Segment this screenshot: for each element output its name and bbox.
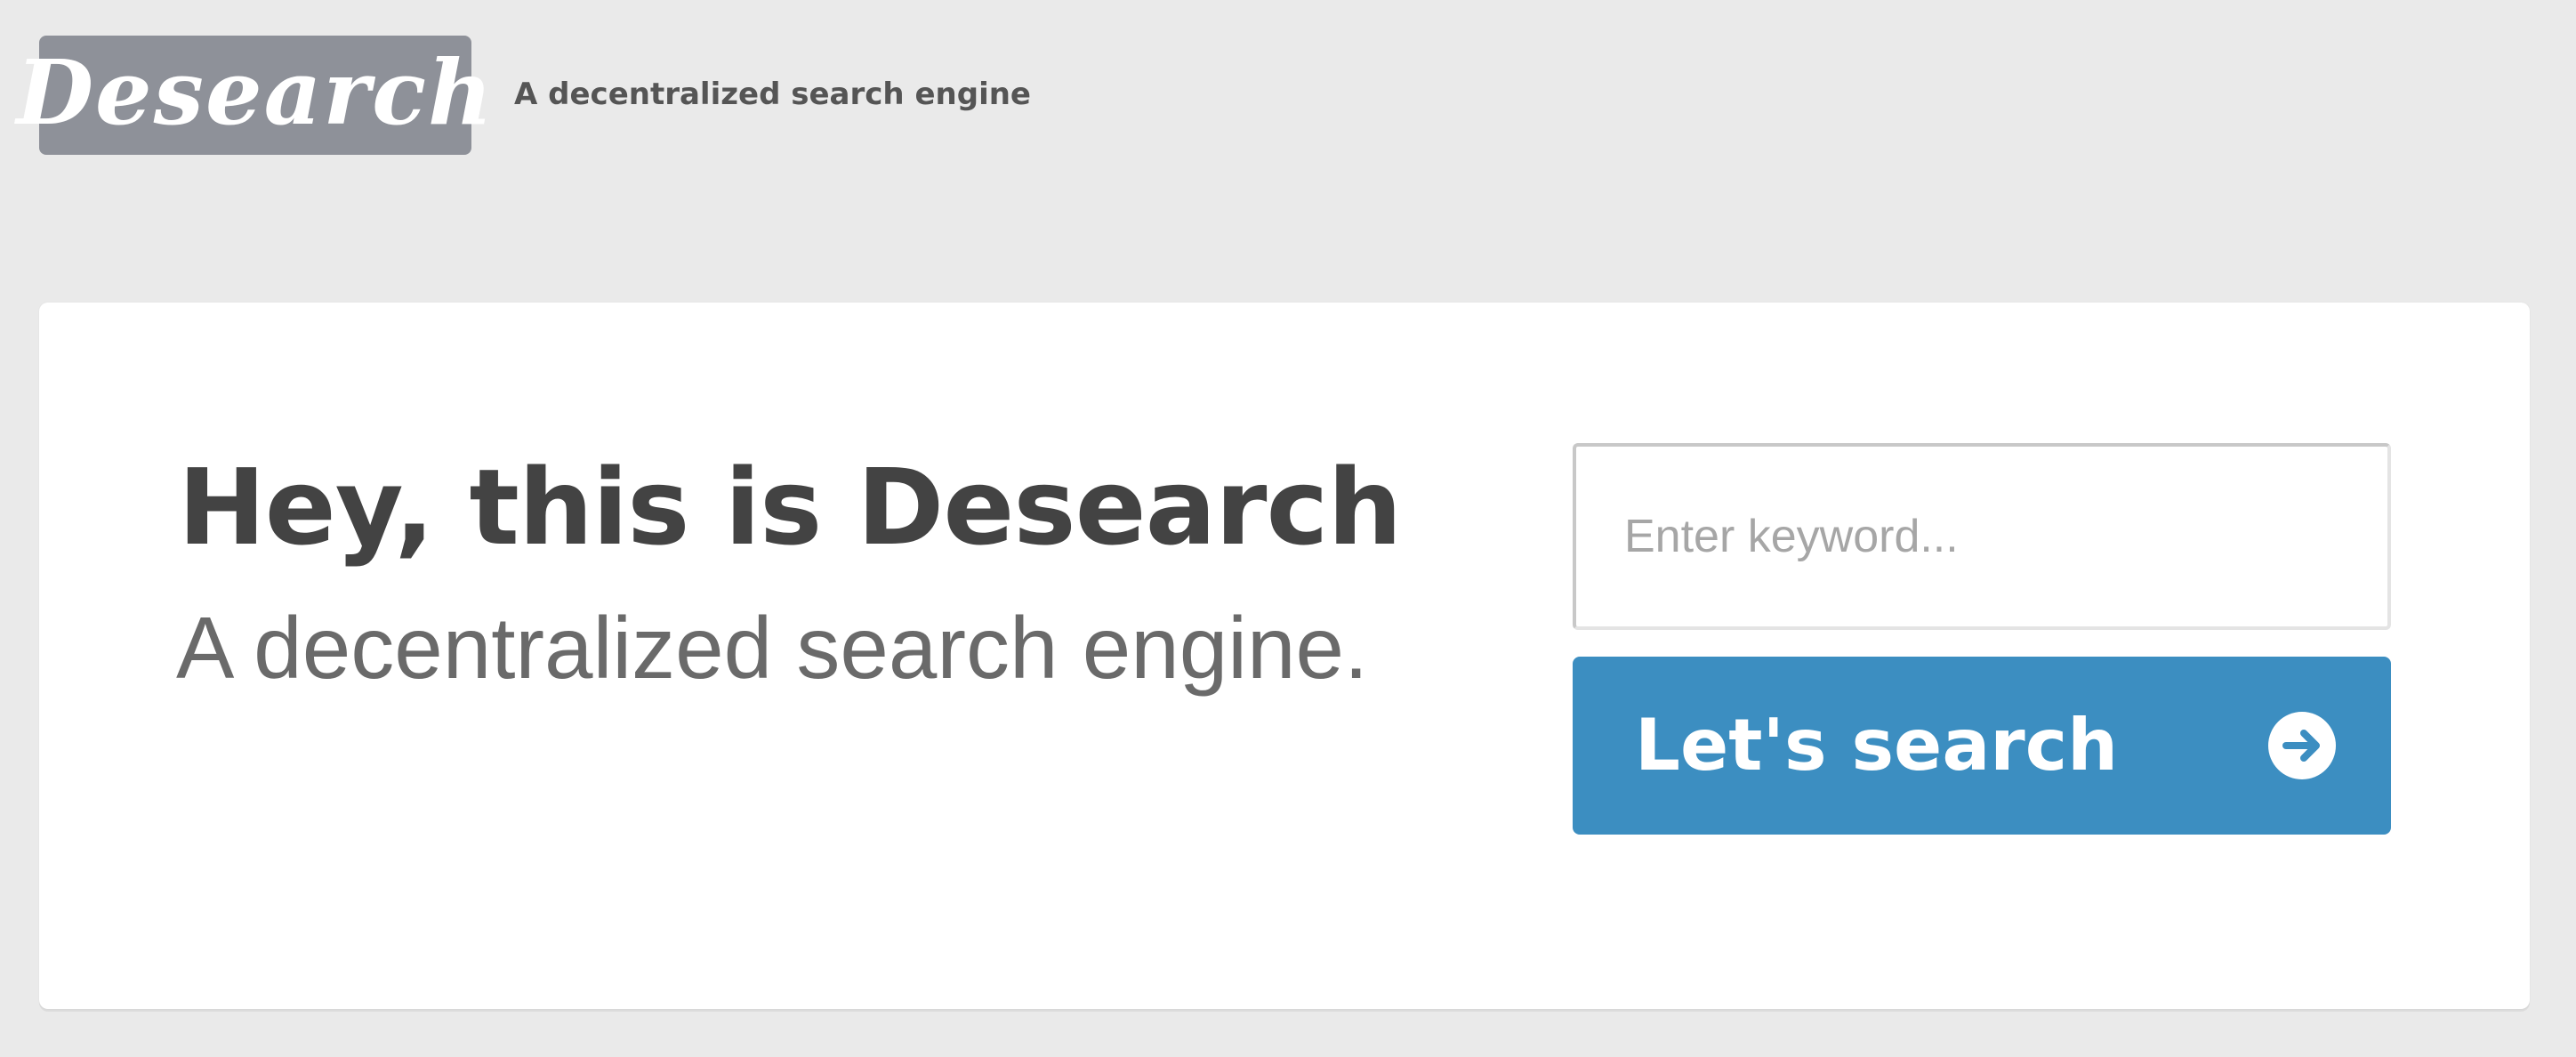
search-input[interactable] <box>1573 443 2391 630</box>
header-tagline: A decentralized search engine <box>514 77 1031 112</box>
logo[interactable]: Desearch <box>16 36 493 155</box>
top-bar: Desearch A decentralized search engine <box>0 0 2576 196</box>
hero-card: Hey, this is Desearch A decentralized se… <box>39 303 2530 1009</box>
search-button[interactable]: Let's search <box>1573 657 2391 835</box>
hero-subheadline: A decentralized search engine. <box>176 599 1369 697</box>
logo-text: Desearch <box>16 40 495 145</box>
search-button-label: Let's search <box>1635 704 2119 787</box>
arrow-right-circle-icon <box>2268 712 2336 779</box>
hero-headline: Hey, this is Desearch <box>178 446 1402 569</box>
